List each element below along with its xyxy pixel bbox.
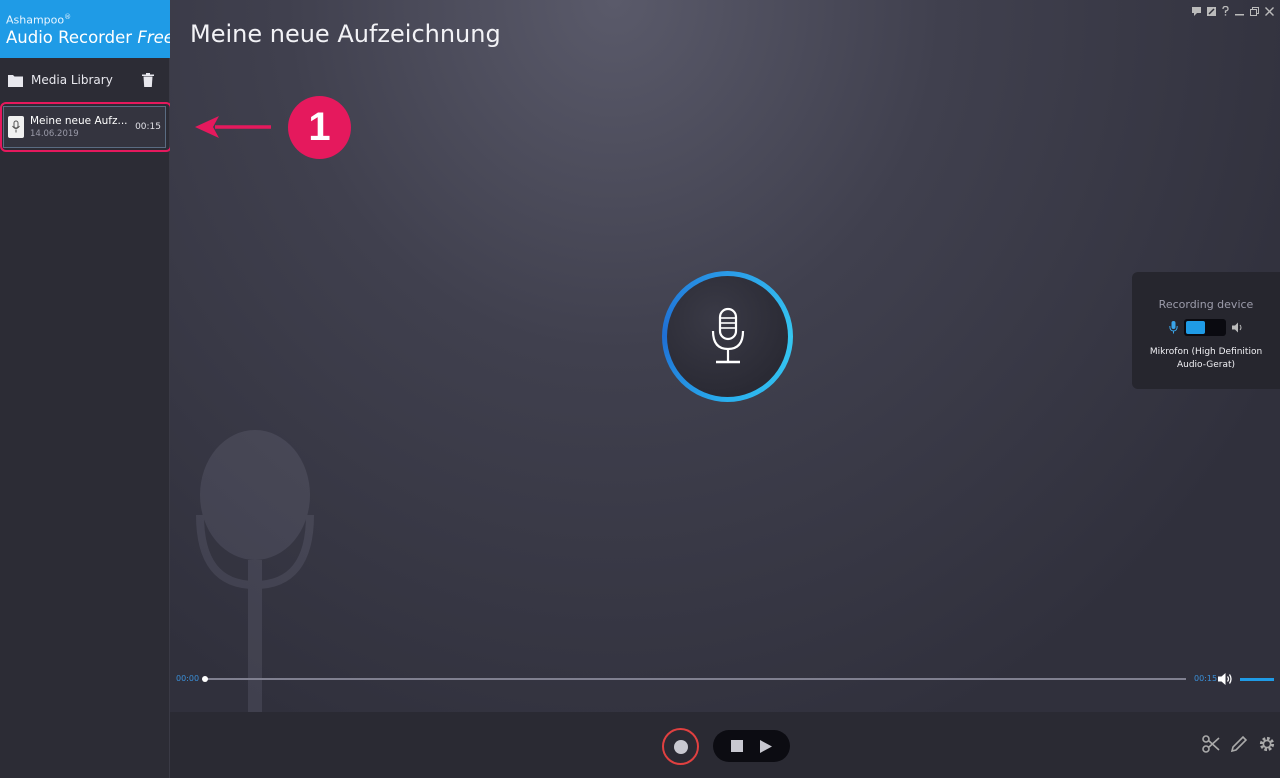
record-button[interactable] bbox=[662, 728, 699, 765]
volume-slider[interactable] bbox=[1240, 678, 1274, 681]
restore-icon[interactable] bbox=[1250, 6, 1259, 16]
microphone-icon bbox=[711, 307, 744, 363]
timeline-track[interactable] bbox=[204, 678, 1186, 680]
speaker-source-icon[interactable] bbox=[1231, 322, 1244, 333]
minimize-icon[interactable] bbox=[1235, 7, 1244, 16]
window-controls bbox=[1192, 6, 1274, 16]
recording-title[interactable]: Meine neue Aufzeichnung bbox=[190, 20, 501, 48]
gear-icon[interactable] bbox=[1258, 735, 1276, 753]
app-brand: Ashampoo® Audio Recorder Free bbox=[0, 0, 174, 58]
brand-free: Free bbox=[137, 27, 174, 47]
device-name: Mikrofon (High Definition Audio-Gerat) bbox=[1132, 346, 1280, 372]
play-button[interactable] bbox=[759, 739, 772, 753]
annotation-badge: 1 bbox=[288, 96, 351, 159]
media-library-label: Media Library bbox=[31, 73, 113, 87]
help-icon[interactable] bbox=[1222, 6, 1229, 16]
playback-controls bbox=[713, 730, 790, 762]
tool-buttons bbox=[1202, 735, 1280, 753]
brand-registered-mark: ® bbox=[64, 13, 72, 21]
folder-icon bbox=[8, 74, 23, 87]
trash-icon[interactable] bbox=[142, 73, 154, 87]
brand-line1: Ashampoo bbox=[6, 13, 65, 27]
highlight-box bbox=[0, 102, 172, 152]
close-icon[interactable] bbox=[1265, 6, 1274, 16]
bottom-control-bar bbox=[170, 712, 1280, 778]
timeline-thumb[interactable] bbox=[202, 676, 208, 682]
brand-line2: Audio Recorder bbox=[6, 27, 133, 47]
comment-icon[interactable] bbox=[1192, 6, 1201, 16]
edit-window-icon[interactable] bbox=[1207, 6, 1216, 16]
media-library-header[interactable]: Media Library bbox=[0, 60, 170, 100]
current-time: 00:00 bbox=[176, 674, 200, 683]
device-source-toggle[interactable] bbox=[1183, 319, 1226, 336]
background-microphone-image bbox=[196, 430, 314, 715]
annotation-arrow bbox=[195, 116, 271, 138]
device-name-line2: Audio-Gerat) bbox=[1176, 360, 1236, 370]
device-name-line1: Mikrofon (High Definition bbox=[1149, 347, 1263, 357]
record-dot-icon bbox=[673, 739, 688, 754]
record-microphone-button[interactable] bbox=[662, 271, 793, 402]
total-time: 00:15 bbox=[1194, 674, 1218, 683]
playback-timeline: 00:00 00:15 bbox=[176, 671, 1276, 689]
scissors-icon[interactable] bbox=[1202, 735, 1220, 753]
stop-button[interactable] bbox=[731, 740, 744, 752]
recording-device-panel: Recording device Mikrofon (High Definiti… bbox=[1132, 272, 1280, 389]
recording-device-header: Recording device bbox=[1158, 298, 1254, 311]
pencil-icon[interactable] bbox=[1230, 735, 1248, 753]
volume-icon[interactable] bbox=[1218, 672, 1233, 686]
microphone-source-icon[interactable] bbox=[1168, 321, 1178, 334]
